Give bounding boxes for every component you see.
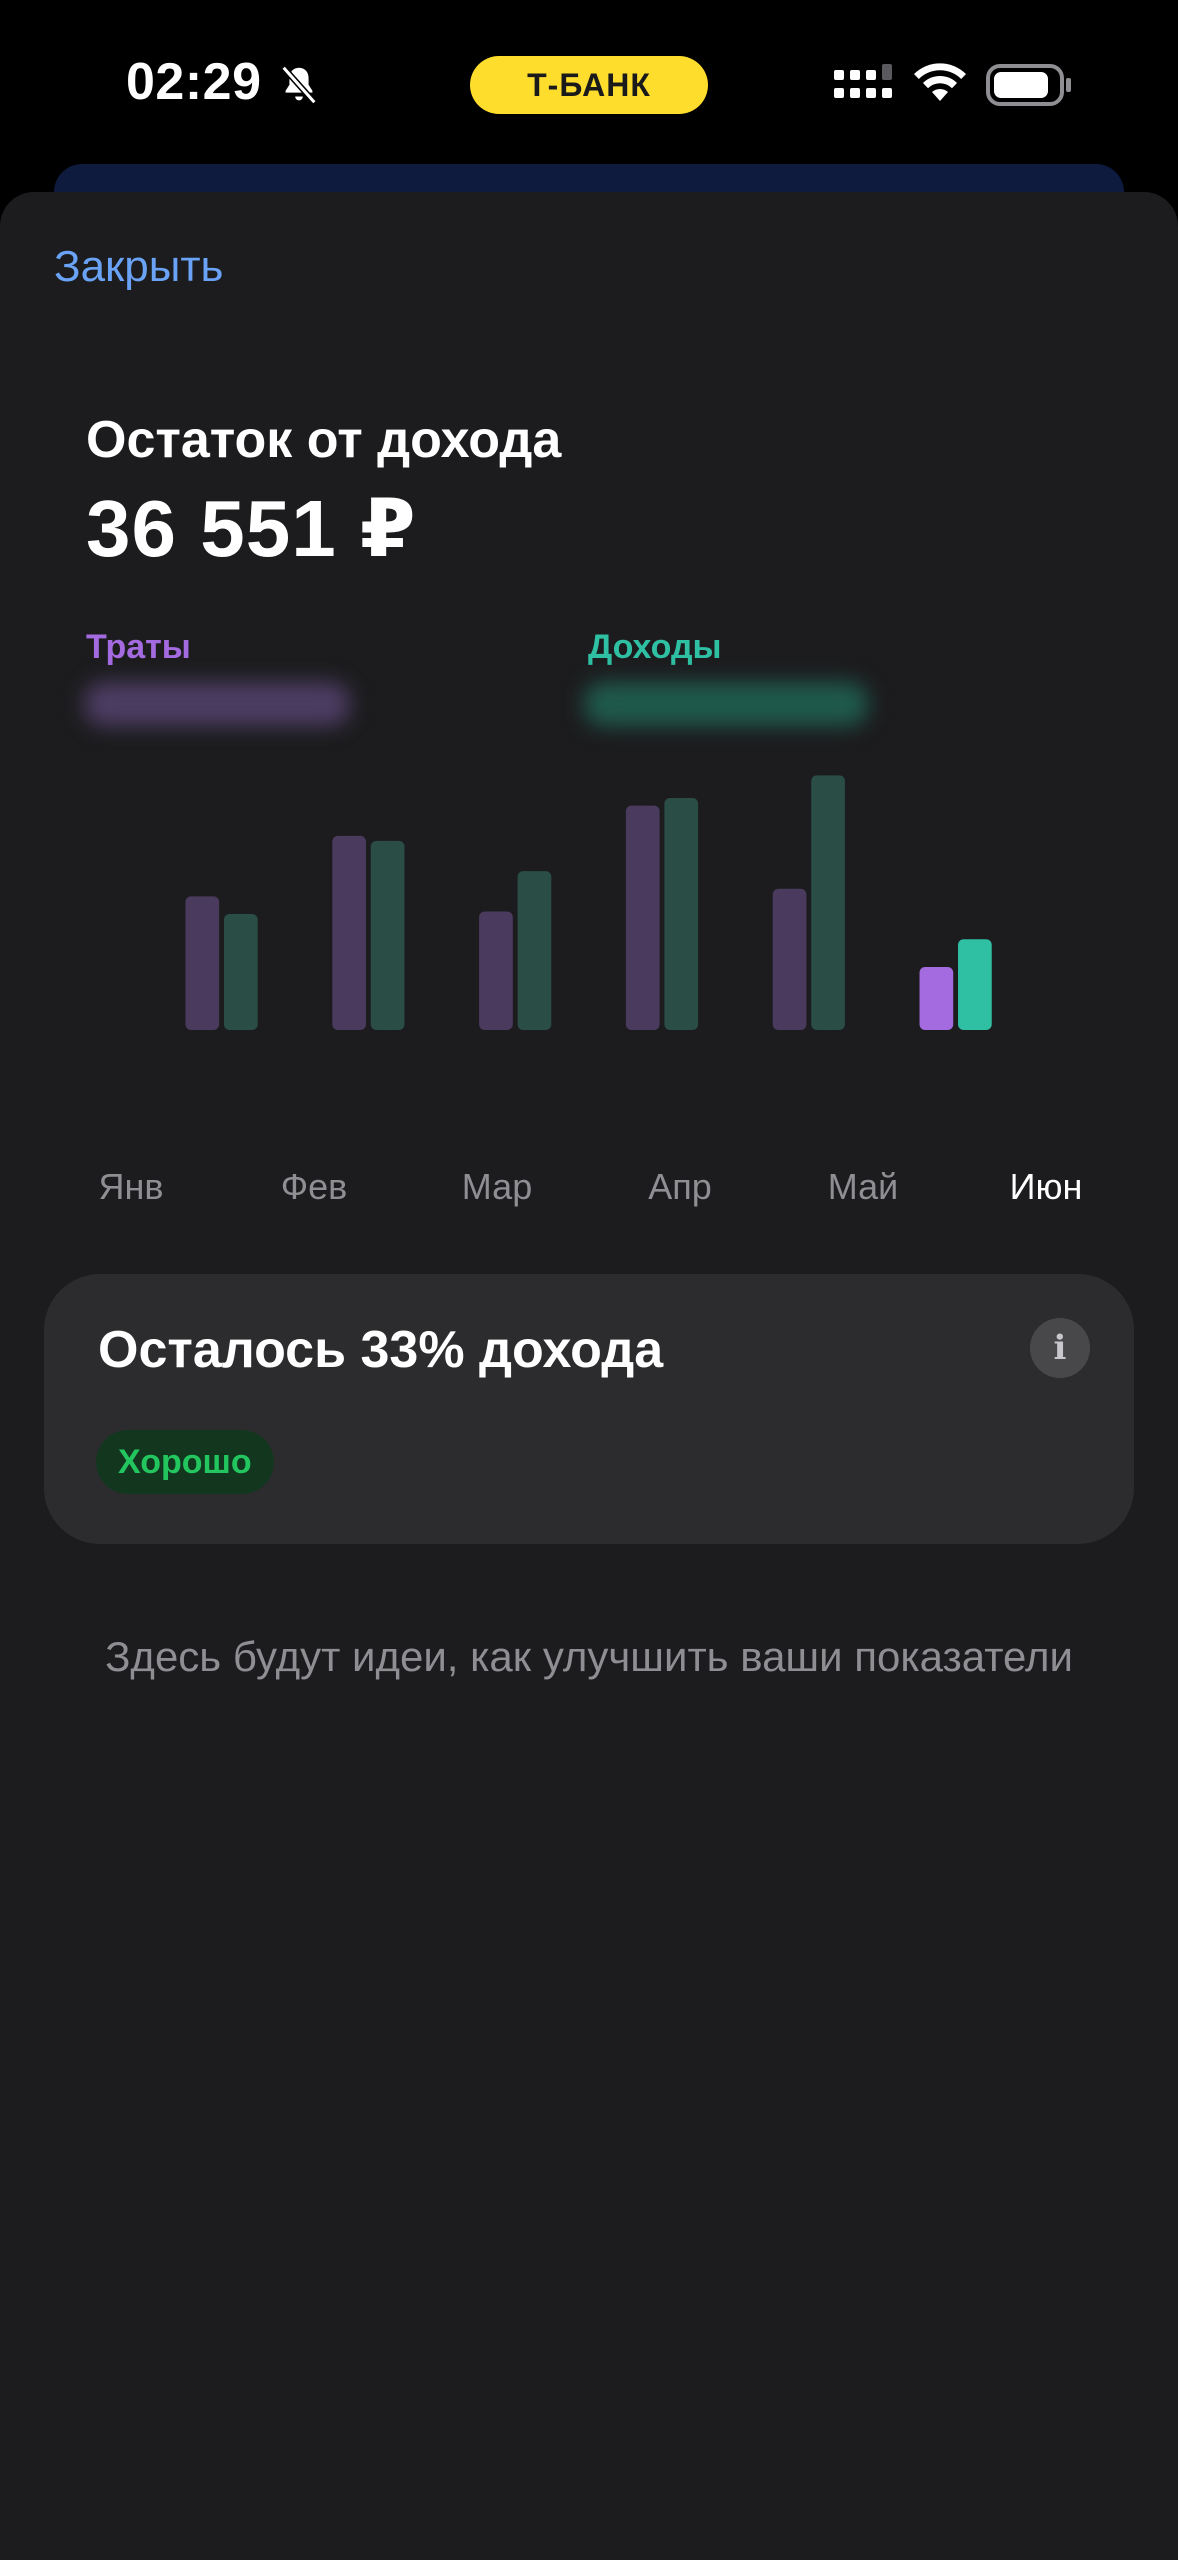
summary-title: Осталось 33% дохода [98, 1321, 664, 1379]
monthly-bar-chart [185, 775, 992, 1030]
month-label-2[interactable]: Мар [427, 1166, 567, 1208]
status-badge: Хорошо [96, 1430, 274, 1494]
month-label-1[interactable]: Фев [244, 1166, 384, 1208]
bar-spend-4[interactable] [772, 888, 807, 1030]
info-icon[interactable]: i [1030, 1318, 1090, 1378]
status-bar: 02:29 Т-БАНК [0, 0, 1178, 170]
bar-spend-2[interactable] [479, 911, 513, 1030]
month-label-5[interactable]: Июн [976, 1166, 1116, 1208]
close-button[interactable]: Закрыть [54, 242, 223, 292]
cellular-signal-icon [834, 64, 892, 98]
bar-spend-5[interactable] [919, 966, 954, 1030]
bar-income-1[interactable] [370, 840, 405, 1030]
bar-income-5[interactable] [958, 939, 992, 1030]
brand-pill: Т-БАНК [470, 56, 708, 114]
bar-income-0[interactable] [223, 914, 258, 1030]
battery-icon [986, 64, 1071, 106]
bar-income-2[interactable] [517, 871, 552, 1030]
screen: 02:29 Т-БАНК Закрыть Остаток от дохода 3… [0, 0, 1178, 2560]
bar-spend-3[interactable] [625, 805, 660, 1030]
bar-spend-1[interactable] [332, 835, 366, 1030]
hint-text: Здесь будут идеи, как улучшить ваши пока… [105, 1633, 1073, 1680]
month-label-0[interactable]: Янв [61, 1166, 201, 1208]
bar-income-4[interactable] [811, 775, 845, 1030]
summary-card[interactable]: Осталось 33% дохода i Хорошо [44, 1274, 1134, 1544]
month-label-3[interactable]: Апр [610, 1166, 750, 1208]
bar-income-3[interactable] [664, 798, 699, 1030]
bell-slash-icon [281, 65, 317, 105]
status-time: 02:29 [126, 53, 262, 111]
month-label-4[interactable]: Май [793, 1166, 933, 1208]
bar-spend-0[interactable] [185, 896, 220, 1030]
wifi-icon [914, 63, 966, 101]
remaining-amount: 36 551 ₽ [86, 484, 417, 573]
page-title: Остаток от дохода [86, 411, 562, 469]
